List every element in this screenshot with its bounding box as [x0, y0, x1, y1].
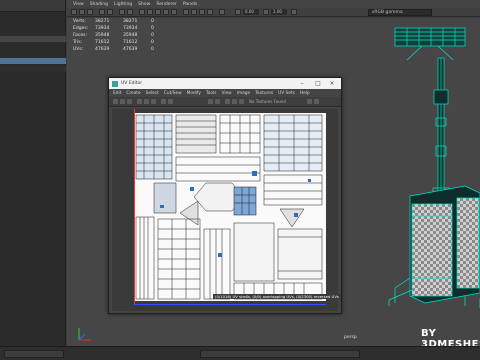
uv-layout[interactable]: [134, 113, 326, 301]
outliner-header: [0, 0, 65, 12]
uv-axis-u: [134, 304, 326, 305]
exposure-icon[interactable]: [235, 9, 241, 15]
menu-view[interactable]: View: [73, 2, 84, 7]
smooth-shade-icon[interactable]: [147, 9, 153, 15]
uv-menu-textures[interactable]: Textures: [255, 91, 273, 96]
menu-show[interactable]: Show: [138, 2, 150, 7]
uv-editor-toolbar: No Textures Found: [109, 97, 341, 107]
uv-tool-icon[interactable]: [232, 99, 237, 104]
uv-tool-icon[interactable]: [120, 99, 125, 104]
uv-tool-icon[interactable]: [208, 99, 213, 104]
bookmark-icon[interactable]: [87, 9, 93, 15]
uv-editor-window[interactable]: UV Editor – □ × Edit Create Select Cut/S…: [108, 77, 342, 314]
ambient-occlusion-icon[interactable]: [191, 9, 197, 15]
uv-tool-icon[interactable]: [314, 99, 319, 104]
uv-menu-edit[interactable]: Edit: [113, 91, 121, 96]
lock-camera-icon[interactable]: [79, 9, 85, 15]
uv-tool-icon[interactable]: [161, 99, 166, 104]
range-slider[interactable]: [200, 350, 360, 358]
isolate-select-icon[interactable]: [199, 9, 205, 15]
uv-menu-uv-sets[interactable]: UV Sets: [278, 91, 295, 96]
uv-editor-titlebar[interactable]: UV Editor – □ ×: [109, 78, 341, 89]
uv-tool-icon[interactable]: [215, 99, 220, 104]
uv-menu-modify[interactable]: Modify: [187, 91, 201, 96]
uv-shells: [135, 114, 323, 300]
textured-icon[interactable]: [163, 9, 169, 15]
menu-shading[interactable]: Shading: [90, 2, 108, 7]
timeline-bar: [0, 346, 480, 360]
outliner-item[interactable]: [0, 66, 66, 72]
uv-status-text: (0/1016) UV shells, (0/0) overlapping UV…: [213, 294, 341, 299]
uv-canvas[interactable]: [112, 109, 338, 311]
uv-axis-v: [134, 109, 135, 305]
gamma-icon[interactable]: [263, 9, 269, 15]
wireframe-icon[interactable]: [139, 9, 145, 15]
uv-editor-app-icon: [112, 80, 118, 87]
gamma-field[interactable]: 1.00: [271, 9, 287, 15]
wireframe-on-shaded-icon[interactable]: [155, 9, 161, 15]
xray-icon[interactable]: [207, 9, 213, 15]
close-icon[interactable]: ×: [325, 79, 339, 88]
xray-joints-icon[interactable]: [219, 9, 225, 15]
outliner-panel: [0, 0, 66, 346]
uv-menu-select[interactable]: Select: [146, 91, 159, 96]
camera-label: persp: [344, 335, 357, 340]
uv-menu-help[interactable]: Help: [300, 91, 310, 96]
timeline-slider[interactable]: [4, 350, 64, 358]
outliner-item[interactable]: [0, 36, 66, 42]
cabinet-front: [411, 203, 453, 297]
uv-tool-icon[interactable]: [127, 99, 132, 104]
uv-tool-icon[interactable]: [225, 99, 230, 104]
uv-menu-tools[interactable]: Tools: [206, 91, 217, 96]
color-space-dropdown[interactable]: sRGB gamma: [368, 9, 432, 16]
minimize-icon[interactable]: –: [295, 79, 309, 88]
maya-window: View Shading Lighting Show Renderer Pane…: [0, 0, 480, 360]
color-management-icon[interactable]: [291, 9, 297, 15]
uv-tool-icon[interactable]: [168, 99, 173, 104]
uv-menu-cut-sew[interactable]: Cut/Sew: [164, 91, 182, 96]
texture-status-label: No Textures Found: [249, 99, 286, 104]
uv-tool-icon[interactable]: [151, 99, 156, 104]
uv-tool-icon[interactable]: [113, 99, 118, 104]
uv-menu-view[interactable]: View: [221, 91, 231, 96]
uv-menu-image[interactable]: Image: [237, 91, 250, 96]
axis-gizmo: [78, 328, 91, 341]
menu-lighting[interactable]: Lighting: [114, 2, 132, 7]
exposure-field[interactable]: 0.00: [243, 9, 259, 15]
uv-editor-menubar: Edit Create Select Cut/Sew Modify Tools …: [109, 89, 341, 97]
grid-icon[interactable]: [107, 9, 113, 15]
menu-panels[interactable]: Panels: [183, 2, 197, 7]
shadows-icon[interactable]: [183, 9, 189, 15]
lamp-model: [388, 27, 480, 308]
image-plane-icon[interactable]: [99, 9, 105, 15]
resolution-gate-icon[interactable]: [127, 9, 133, 15]
uv-tool-icon[interactable]: [307, 99, 312, 104]
menu-renderer[interactable]: Renderer: [156, 2, 177, 7]
outliner-item-selected[interactable]: [0, 58, 66, 64]
maximize-icon[interactable]: □: [311, 79, 325, 88]
select-camera-icon[interactable]: [71, 9, 77, 15]
film-gate-icon[interactable]: [119, 9, 125, 15]
uv-tool-icon[interactable]: [239, 99, 244, 104]
uv-tool-icon[interactable]: [144, 99, 149, 104]
uv-menu-create[interactable]: Create: [126, 91, 140, 96]
uv-editor-title: UV Editor: [121, 81, 143, 86]
lamp-head: [394, 27, 466, 47]
uv-tool-icon[interactable]: [137, 99, 142, 104]
lights-icon[interactable]: [171, 9, 177, 15]
viewport-menubar: View Shading Lighting Show Renderer Pane…: [67, 0, 480, 8]
